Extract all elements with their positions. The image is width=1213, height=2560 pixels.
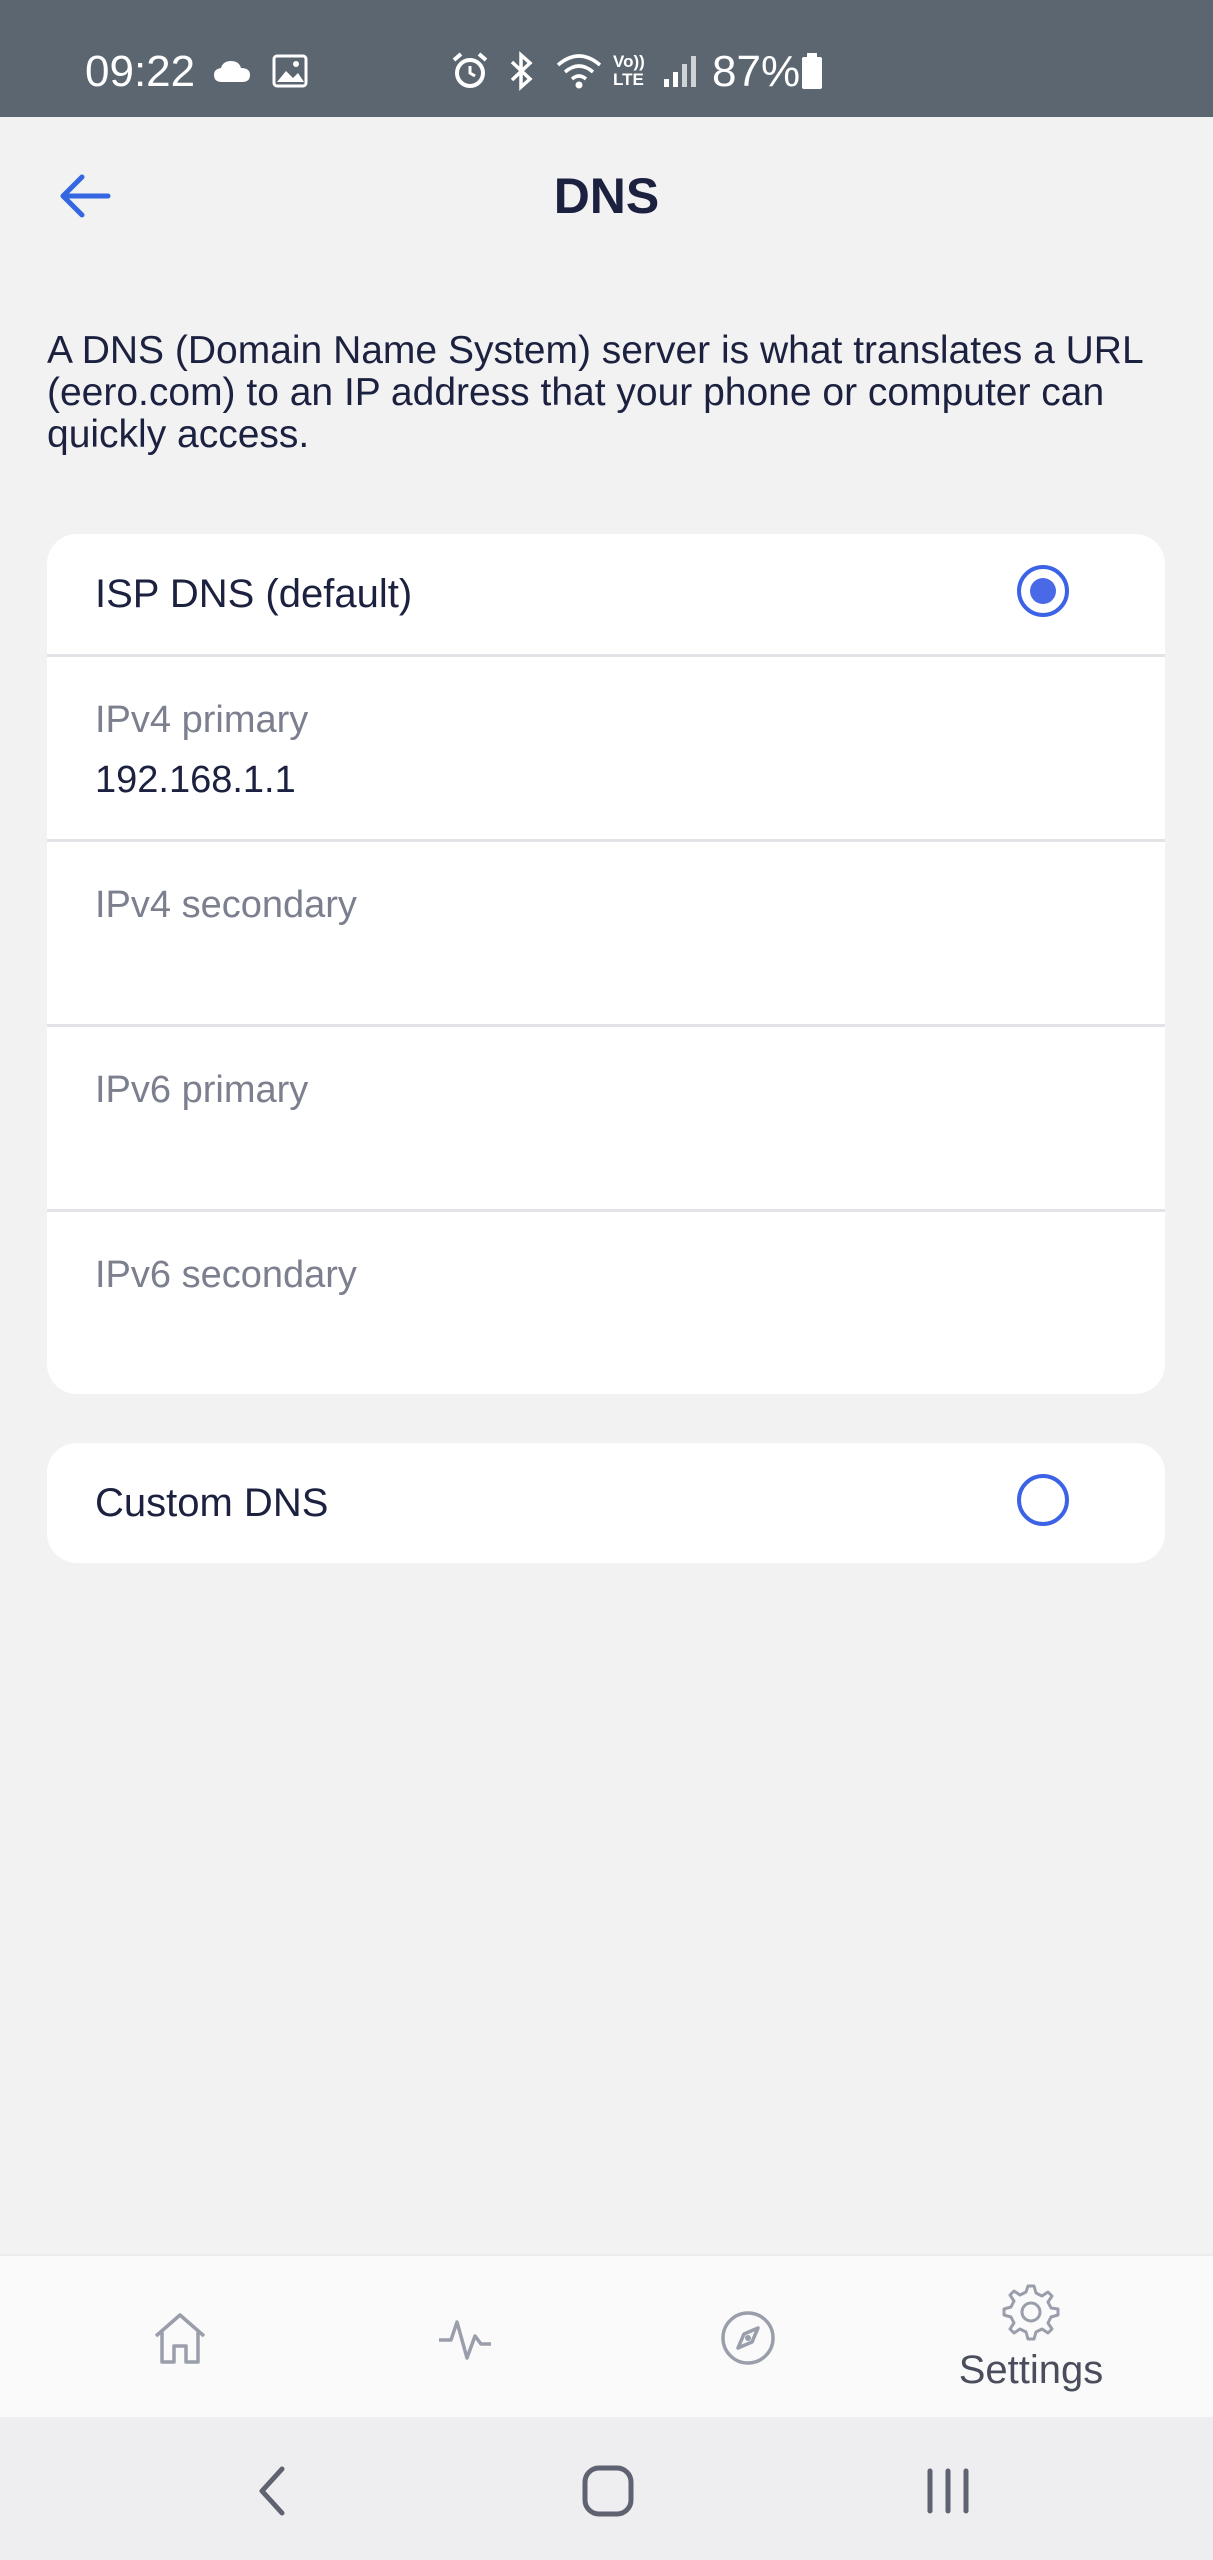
signal-icon [662,46,698,96]
ipv4-primary-field[interactable]: IPv4 primary 192.168.1.1 [47,657,1165,839]
volte-icon: Vo)) LTE [613,46,645,96]
back-icon [259,2466,285,2516]
alarm-icon [450,46,490,96]
dns-description: A DNS (Domain Name System) server is wha… [47,329,1143,456]
system-home-button[interactable] [558,2453,658,2529]
bluetooth-icon [508,46,536,96]
status-bar: 09:22 Vo)) LTE 87% [0,0,1213,117]
custom-dns-option[interactable]: Custom DNS [47,1443,1165,1563]
isp-dns-option[interactable]: ISP DNS (default) [47,534,1165,654]
home-icon [582,2465,634,2517]
ipv4-primary-label: IPv4 primary [95,699,309,741]
recents-icon [927,2468,969,2514]
isp-dns-label: ISP DNS (default) [95,572,413,616]
custom-dns-label: Custom DNS [95,1481,329,1525]
ipv6-primary-field[interactable]: IPv6 primary [47,1027,1165,1209]
page-title: DNS [553,168,660,224]
nav-activity[interactable] [365,2256,565,2419]
custom-dns-radio[interactable] [1017,1474,1069,1526]
image-icon [272,46,308,96]
nav-home[interactable] [80,2256,280,2419]
volte-line2: LTE [613,70,644,89]
custom-dns-card: Custom DNS [47,1443,1165,1563]
ipv4-secondary-field[interactable]: IPv4 secondary [47,842,1165,1024]
nav-discover[interactable] [648,2256,848,2419]
system-back-button[interactable] [222,2453,322,2529]
wifi-icon [555,46,603,96]
isp-dns-card: ISP DNS (default) IPv4 primary 192.168.1… [47,534,1165,1394]
gear-icon [1002,2284,1060,2340]
volte-line1: Vo)) [613,52,645,71]
activity-icon [439,2319,491,2360]
nav-settings[interactable]: Settings [931,2256,1131,2419]
system-recents-button[interactable] [898,2453,998,2529]
compass-icon [721,2310,775,2365]
battery-icon [800,46,824,96]
ipv6-secondary-field[interactable]: IPv6 secondary [47,1212,1165,1394]
system-nav-bar [0,2417,1213,2560]
ipv6-primary-label: IPv6 primary [95,1069,309,1111]
isp-dns-radio[interactable] [1017,565,1069,617]
home-icon [154,2312,206,2364]
ipv4-primary-value: 192.168.1.1 [95,759,296,801]
cloud-icon [212,46,252,96]
battery-percent: 87% [712,47,801,96]
status-time: 09:22 [85,47,196,96]
ipv4-secondary-label: IPv4 secondary [95,884,357,926]
nav-settings-label: Settings [958,2347,1104,2392]
ipv6-secondary-label: IPv6 secondary [95,1254,357,1296]
bottom-nav: Settings [0,2254,1213,2419]
